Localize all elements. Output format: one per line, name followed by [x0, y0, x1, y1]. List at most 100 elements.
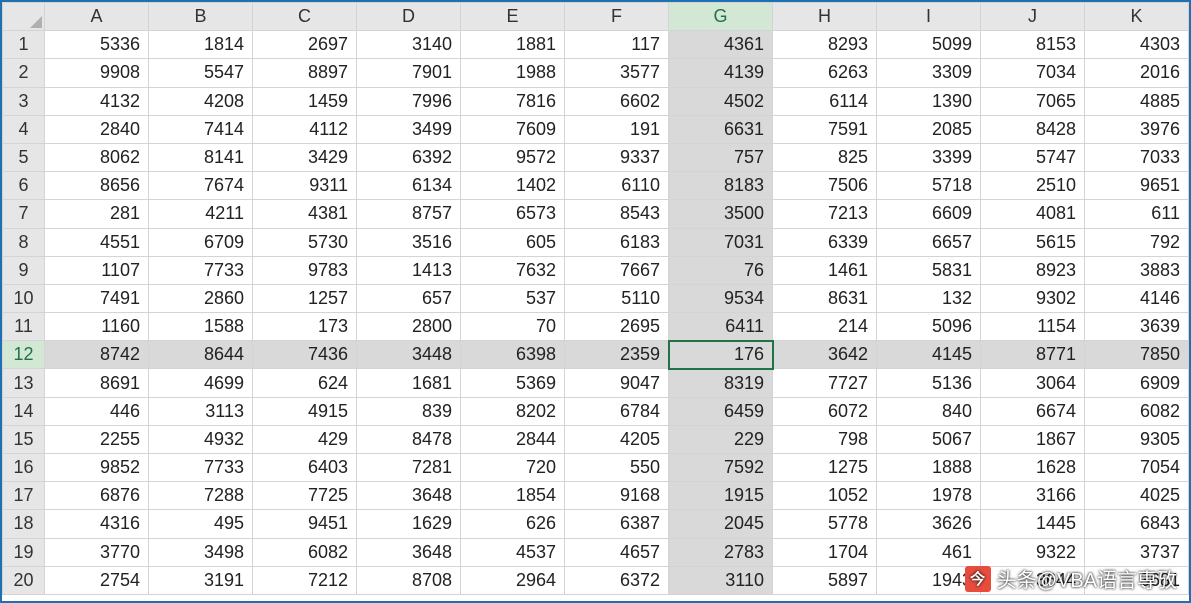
cell-K16[interactable]: 7054	[1085, 454, 1189, 482]
cell-D6[interactable]: 6134	[357, 172, 461, 200]
cell-D12[interactable]: 3448	[357, 341, 461, 369]
cell-A11[interactable]: 1160	[45, 313, 149, 341]
col-header-E[interactable]: E	[461, 3, 565, 31]
row-header-20[interactable]: 20	[3, 566, 45, 594]
cell-D14[interactable]: 839	[357, 397, 461, 425]
cell-H5[interactable]: 825	[773, 143, 877, 171]
cell-F17[interactable]: 9168	[565, 482, 669, 510]
cell-G14[interactable]: 6459	[669, 397, 773, 425]
cell-G8[interactable]: 7031	[669, 228, 773, 256]
cell-G1[interactable]: 4361	[669, 31, 773, 59]
cell-I5[interactable]: 3399	[877, 143, 981, 171]
cell-F15[interactable]: 4205	[565, 425, 669, 453]
cell-K10[interactable]: 4146	[1085, 284, 1189, 312]
cell-B16[interactable]: 7733	[149, 454, 253, 482]
cell-F20[interactable]: 6372	[565, 566, 669, 594]
cell-K8[interactable]: 792	[1085, 228, 1189, 256]
row-header-10[interactable]: 10	[3, 284, 45, 312]
cell-C4[interactable]: 4112	[253, 115, 357, 143]
row-header-9[interactable]: 9	[3, 256, 45, 284]
cell-A6[interactable]: 8656	[45, 172, 149, 200]
cell-H3[interactable]: 6114	[773, 87, 877, 115]
cell-G3[interactable]: 4502	[669, 87, 773, 115]
cell-K15[interactable]: 9305	[1085, 425, 1189, 453]
cell-C3[interactable]: 1459	[253, 87, 357, 115]
cell-A12[interactable]: 8742	[45, 341, 149, 369]
cell-C6[interactable]: 9311	[253, 172, 357, 200]
cell-K3[interactable]: 4885	[1085, 87, 1189, 115]
cell-I14[interactable]: 840	[877, 397, 981, 425]
cell-J17[interactable]: 3166	[981, 482, 1085, 510]
cell-E13[interactable]: 5369	[461, 369, 565, 397]
cell-A16[interactable]: 9852	[45, 454, 149, 482]
cell-E3[interactable]: 7816	[461, 87, 565, 115]
cell-B18[interactable]: 495	[149, 510, 253, 538]
cell-F10[interactable]: 5110	[565, 284, 669, 312]
cell-J5[interactable]: 5747	[981, 143, 1085, 171]
cell-J19[interactable]: 9322	[981, 538, 1085, 566]
cell-F4[interactable]: 191	[565, 115, 669, 143]
cell-G20[interactable]: 3110	[669, 566, 773, 594]
cell-H11[interactable]: 214	[773, 313, 877, 341]
row-header-3[interactable]: 3	[3, 87, 45, 115]
cell-H8[interactable]: 6339	[773, 228, 877, 256]
cell-A8[interactable]: 4551	[45, 228, 149, 256]
cell-D18[interactable]: 1629	[357, 510, 461, 538]
cell-H13[interactable]: 7727	[773, 369, 877, 397]
cell-K11[interactable]: 3639	[1085, 313, 1189, 341]
cell-B3[interactable]: 4208	[149, 87, 253, 115]
cell-K17[interactable]: 4025	[1085, 482, 1189, 510]
cell-B13[interactable]: 4699	[149, 369, 253, 397]
cell-F2[interactable]: 3577	[565, 59, 669, 87]
row-header-15[interactable]: 15	[3, 425, 45, 453]
cell-I9[interactable]: 5831	[877, 256, 981, 284]
row-header-2[interactable]: 2	[3, 59, 45, 87]
cell-A5[interactable]: 8062	[45, 143, 149, 171]
col-header-C[interactable]: C	[253, 3, 357, 31]
cell-A15[interactable]: 2255	[45, 425, 149, 453]
cell-C1[interactable]: 2697	[253, 31, 357, 59]
cell-D20[interactable]: 8708	[357, 566, 461, 594]
cell-J8[interactable]: 5615	[981, 228, 1085, 256]
row-header-18[interactable]: 18	[3, 510, 45, 538]
cell-J4[interactable]: 8428	[981, 115, 1085, 143]
cell-I3[interactable]: 1390	[877, 87, 981, 115]
cell-H12[interactable]: 3642	[773, 341, 877, 369]
cell-J11[interactable]: 1154	[981, 313, 1085, 341]
cell-G5[interactable]: 757	[669, 143, 773, 171]
col-header-B[interactable]: B	[149, 3, 253, 31]
cell-E17[interactable]: 1854	[461, 482, 565, 510]
cell-A2[interactable]: 9908	[45, 59, 149, 87]
cell-J16[interactable]: 1628	[981, 454, 1085, 482]
cell-B2[interactable]: 5547	[149, 59, 253, 87]
cell-G19[interactable]: 2783	[669, 538, 773, 566]
cell-D16[interactable]: 7281	[357, 454, 461, 482]
cell-I6[interactable]: 5718	[877, 172, 981, 200]
cell-G17[interactable]: 1915	[669, 482, 773, 510]
cell-I8[interactable]: 6657	[877, 228, 981, 256]
cell-B8[interactable]: 6709	[149, 228, 253, 256]
cell-K14[interactable]: 6082	[1085, 397, 1189, 425]
cell-I15[interactable]: 5067	[877, 425, 981, 453]
cell-E1[interactable]: 1881	[461, 31, 565, 59]
cell-D11[interactable]: 2800	[357, 313, 461, 341]
cell-F7[interactable]: 8543	[565, 200, 669, 228]
cell-A1[interactable]: 5336	[45, 31, 149, 59]
cell-H18[interactable]: 5778	[773, 510, 877, 538]
cell-H4[interactable]: 7591	[773, 115, 877, 143]
cell-B20[interactable]: 3191	[149, 566, 253, 594]
cell-H16[interactable]: 1275	[773, 454, 877, 482]
cell-F3[interactable]: 6602	[565, 87, 669, 115]
cell-D2[interactable]: 7901	[357, 59, 461, 87]
cell-H10[interactable]: 8631	[773, 284, 877, 312]
cell-E2[interactable]: 1988	[461, 59, 565, 87]
cell-H14[interactable]: 6072	[773, 397, 877, 425]
cell-E4[interactable]: 7609	[461, 115, 565, 143]
row-header-14[interactable]: 14	[3, 397, 45, 425]
cell-I17[interactable]: 1978	[877, 482, 981, 510]
cell-E5[interactable]: 9572	[461, 143, 565, 171]
cell-H7[interactable]: 7213	[773, 200, 877, 228]
cell-F13[interactable]: 9047	[565, 369, 669, 397]
row-header-6[interactable]: 6	[3, 172, 45, 200]
cell-C15[interactable]: 429	[253, 425, 357, 453]
